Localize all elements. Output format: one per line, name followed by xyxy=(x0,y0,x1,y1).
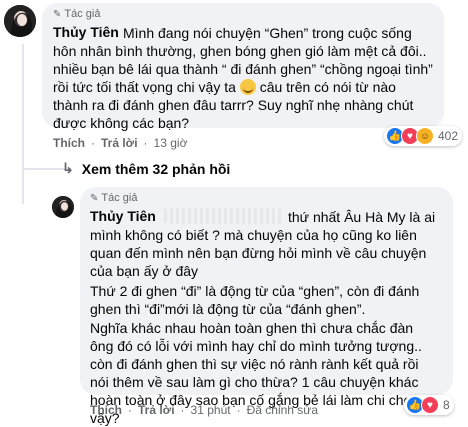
love-icon: ♥ xyxy=(421,396,439,414)
grin-emoji-icon xyxy=(239,79,256,95)
comment-text: Mình đang nói chuyện “Ghen” trong cuộc s… xyxy=(53,25,433,131)
reaction-summary[interactable]: 👍 ♥ 8 xyxy=(404,395,454,415)
timestamp[interactable]: 31 phút xyxy=(191,403,231,417)
separator-dot: · xyxy=(143,136,148,150)
reaction-summary[interactable]: 👍 ♥ ☺ 402 xyxy=(384,126,463,146)
like-button[interactable]: Thích xyxy=(53,136,85,150)
reaction-count: 402 xyxy=(438,129,459,143)
reply-text-1: thứ nhất Âu Hà My là ai mình không có bi… xyxy=(90,209,436,279)
pen-icon: ✎ xyxy=(90,192,99,204)
reply-arrow-icon: ↳ xyxy=(62,160,74,176)
timestamp[interactable]: 13 giờ xyxy=(154,136,188,150)
author-tag: ✎ Tác giả xyxy=(90,192,138,204)
avatar-image xyxy=(4,5,36,37)
thread-line-2 xyxy=(22,176,24,204)
pen-icon: ✎ xyxy=(53,8,62,20)
avatar[interactable] xyxy=(4,5,36,37)
view-more-replies[interactable]: ↳ Xem thêm 32 phản hồi xyxy=(62,160,230,177)
reaction-count: 8 xyxy=(443,398,450,412)
reply-text-2: Thứ 2 đi ghen “đi” là động từ của “ghen”… xyxy=(90,283,420,317)
separator-dot: · xyxy=(236,403,241,417)
haha-icon: ☺ xyxy=(416,127,434,145)
reply-button[interactable]: Trả lời xyxy=(101,136,138,150)
edited-label[interactable]: Đã chỉnh sửa xyxy=(247,403,318,417)
comment-actions: Thích · Trả lời · 13 giờ xyxy=(53,136,187,150)
like-button[interactable]: Thích xyxy=(90,403,122,417)
separator-dot: · xyxy=(128,403,132,417)
thread-line xyxy=(22,44,24,176)
reply-actions: Thích · Trả lời · 31 phút · Đã chỉnh sửa xyxy=(90,403,318,417)
author-tag: ✎ Tác giả xyxy=(53,8,101,20)
separator-dot: · xyxy=(91,136,95,150)
separator-dot: · xyxy=(180,403,185,417)
thread-connector xyxy=(22,168,66,170)
reply-button[interactable]: Trả lời xyxy=(138,403,175,417)
avatar[interactable] xyxy=(52,196,74,218)
avatar-image xyxy=(52,196,74,218)
